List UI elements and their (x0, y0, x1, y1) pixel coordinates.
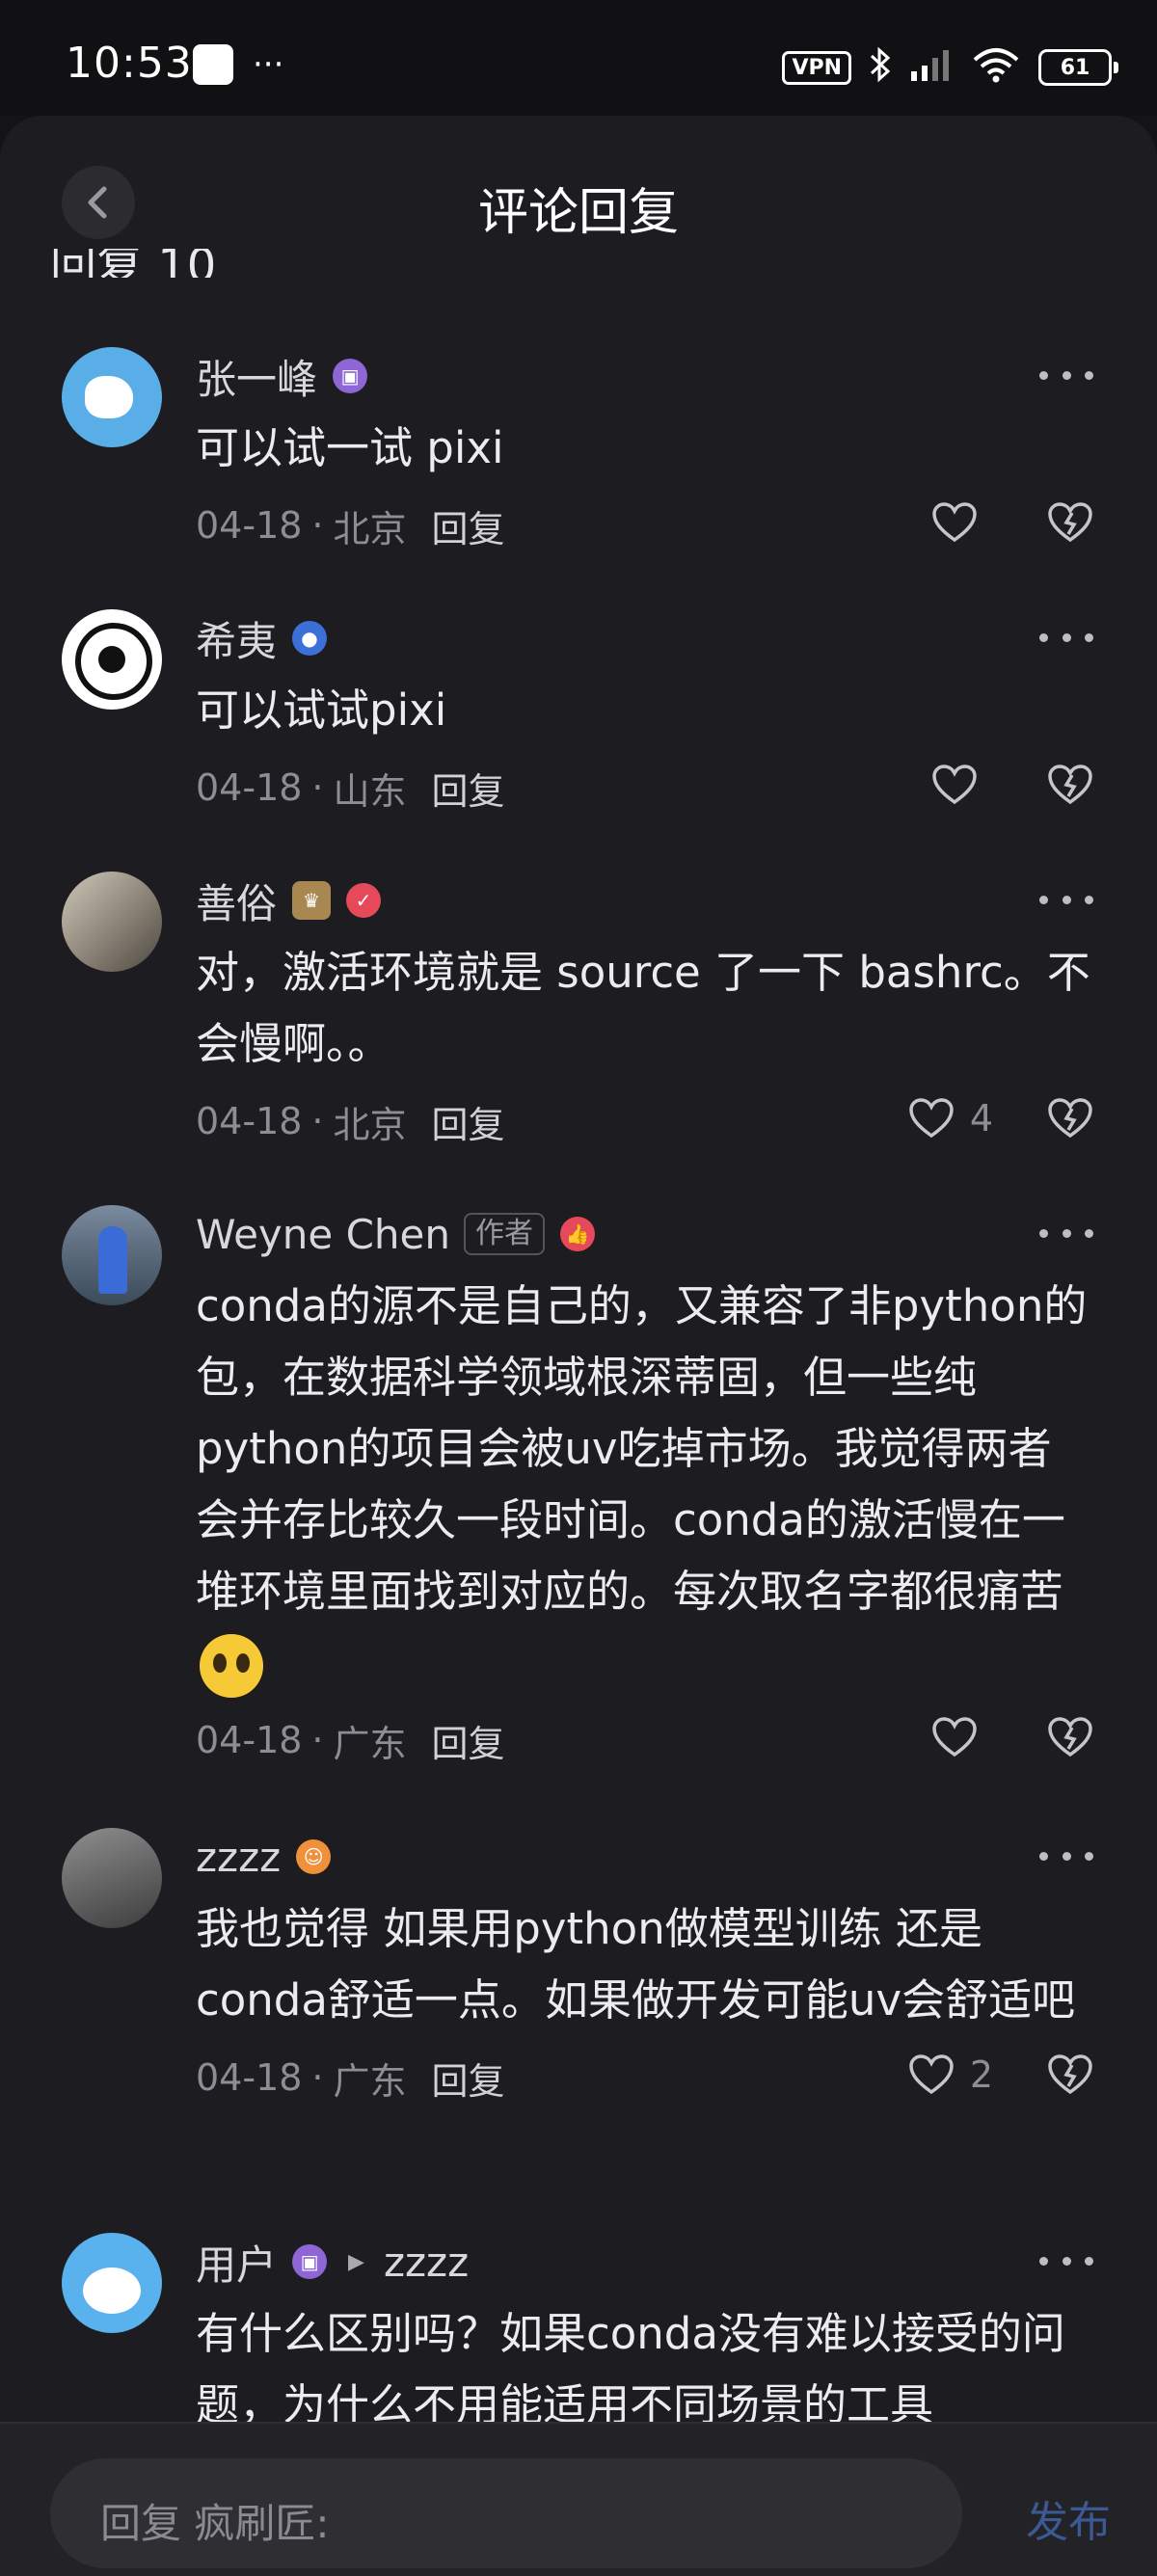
heart-icon (909, 1098, 954, 1139)
dislike-icon (1048, 502, 1092, 543)
like-button[interactable] (931, 764, 993, 806)
like-count: 2 (969, 2053, 993, 2096)
vpn-icon: VPN (782, 50, 851, 85)
avatar[interactable] (62, 609, 162, 710)
comment-date: 04-18 (196, 766, 303, 809)
author-tag: 作者 (463, 1213, 545, 1255)
username[interactable]: zzzz (196, 1834, 281, 1881)
like-badge-icon: 👍 (559, 1217, 595, 1251)
publish-button[interactable]: 发布 (1026, 2487, 1111, 2549)
like-button[interactable] (931, 501, 993, 544)
username[interactable]: 希夷 (196, 609, 277, 668)
dislike-button[interactable] (1047, 501, 1093, 548)
wifi-icon (971, 46, 1021, 89)
comment-text: 有什么区别吗？如果conda没有难以接受的问题，为什么不用能适用不同场景的工具 (196, 2308, 1065, 2430)
reply-input-placeholder: 回复 疯刷匠: (100, 2500, 330, 2547)
like-button[interactable]: 4 (908, 1097, 993, 1140)
reply-button[interactable]: 回复 (432, 1714, 505, 1767)
flushed-emoji-icon (200, 1634, 263, 1698)
reply-count-heading: 回复 10 (50, 249, 217, 278)
comment-location: 山东 (333, 769, 407, 813)
comment-item: zzzz ☺ 我也觉得 如果用python做模型训练 还是conda舒适一点。如… (0, 1828, 1157, 2233)
status-left-icons: ··· (193, 44, 283, 85)
comment-text: 可以试试pixi (196, 684, 447, 736)
comment-date: 04-18 (196, 1719, 303, 1761)
comment-list: 张一峰 ▣ 可以试一试 pixi 04-18 · 北京 回复 希夷 ● 可以试试… (0, 347, 1157, 2483)
dislike-button[interactable] (1047, 764, 1093, 810)
avatar[interactable] (62, 1205, 162, 1305)
more-notifications-icon: ··· (253, 45, 284, 84)
comment-item: 希夷 ● 可以试试pixi 04-18 · 山东 回复 (0, 609, 1157, 872)
signal-icon (909, 48, 954, 87)
comment-item: 善俗 ♛ ✓ 对，激活环境就是 source 了一下 bashrc。不会慢啊。。… (0, 872, 1157, 1205)
reply-button[interactable]: 回复 (432, 762, 505, 815)
heart-icon (932, 765, 977, 805)
more-icon[interactable] (1039, 875, 1093, 924)
comment-location: 北京 (333, 1103, 407, 1146)
comment-date: 04-18 (196, 1100, 303, 1142)
crown-badge-icon: ♛ (292, 881, 332, 920)
heart-icon (932, 502, 977, 543)
reply-button[interactable]: 回复 (432, 2052, 505, 2105)
page-title: 评论回复 (477, 184, 679, 242)
more-icon[interactable] (1039, 613, 1093, 661)
bluetooth-icon (869, 46, 892, 89)
user-badge-icon: ☺ (296, 1839, 332, 1874)
comment-date: 04-18 (196, 2056, 303, 2099)
more-icon[interactable] (1039, 2237, 1093, 2285)
comment-location: 北京 (333, 507, 407, 550)
username[interactable]: 张一峰 (196, 347, 317, 406)
reply-bar: 回复 疯刷匠: 发布 (0, 2422, 1157, 2576)
comment-text: 我也觉得 如果用python做模型训练 还是conda舒适一点。如果做开发可能u… (196, 1903, 1076, 2026)
battery-level: 61 (1038, 49, 1112, 86)
like-count: 4 (969, 1097, 993, 1140)
like-button[interactable]: 2 (908, 2053, 993, 2096)
comment-text: 可以试一试 pixi (196, 422, 504, 473)
level-badge-icon: ▣ (292, 2244, 328, 2279)
dislike-icon (1048, 1098, 1092, 1139)
comment-item: Weyne Chen 作者 👍 conda的源不是自己的，又兼容了非python… (0, 1205, 1157, 1828)
reply-button[interactable]: 回复 (432, 1095, 505, 1148)
dislike-icon (1048, 2054, 1092, 2095)
avatar[interactable] (62, 2233, 162, 2333)
notification-app-icon (193, 44, 233, 85)
username[interactable]: Weyne Chen (196, 1211, 450, 1258)
dislike-icon (1048, 1717, 1092, 1758)
like-button[interactable] (931, 1716, 993, 1758)
reply-to-username[interactable]: zzzz (384, 2239, 469, 2286)
comment-location: 广东 (333, 2059, 407, 2103)
comment-item: 张一峰 ▣ 可以试一试 pixi 04-18 · 北京 回复 (0, 347, 1157, 609)
heart-icon (909, 2054, 954, 2095)
avatar[interactable] (62, 1828, 162, 1928)
status-bar: 10:53 ··· VPN 61 (0, 0, 1157, 116)
comment-text: conda的源不是自己的，又兼容了非python的包，在数据科学领域根深蒂固，但… (196, 1271, 1093, 1699)
comment-text: 对，激活环境就是 source 了一下 bashrc。不会慢啊。。 (196, 947, 1090, 1069)
heart-icon (932, 1717, 977, 1758)
verified-badge-icon: ✓ (346, 883, 382, 918)
comment-reply-panel: 评论回复 回复 10 张一峰 ▣ 可以试一试 pixi 04-18 · 北京 回… (0, 116, 1157, 2574)
username[interactable]: 用户 (196, 2233, 277, 2292)
header: 评论回复 回复 10 (0, 116, 1157, 289)
dislike-button[interactable] (1047, 2053, 1093, 2100)
more-icon[interactable] (1039, 1832, 1093, 1880)
dislike-button[interactable] (1047, 1716, 1093, 1762)
status-time: 10:53 (66, 39, 193, 88)
dislike-button[interactable] (1047, 1097, 1093, 1143)
avatar[interactable] (62, 347, 162, 447)
comment-date: 04-18 (196, 504, 303, 547)
reply-arrow-icon: ▶ (348, 2249, 364, 2274)
more-icon[interactable] (1039, 1209, 1093, 1257)
reply-button[interactable]: 回复 (432, 499, 505, 552)
avatar[interactable] (62, 872, 162, 972)
comment-location: 广东 (333, 1722, 407, 1765)
dislike-icon (1048, 765, 1092, 805)
status-right-icons: VPN 61 (782, 46, 1118, 89)
level-badge-icon: ▣ (333, 359, 368, 393)
username[interactable]: 善俗 (196, 872, 277, 930)
more-icon[interactable] (1039, 351, 1093, 399)
battery-icon: 61 (1038, 49, 1118, 86)
level-badge-icon: ● (292, 621, 328, 656)
reply-input[interactable]: 回复 疯刷匠: (50, 2458, 962, 2568)
